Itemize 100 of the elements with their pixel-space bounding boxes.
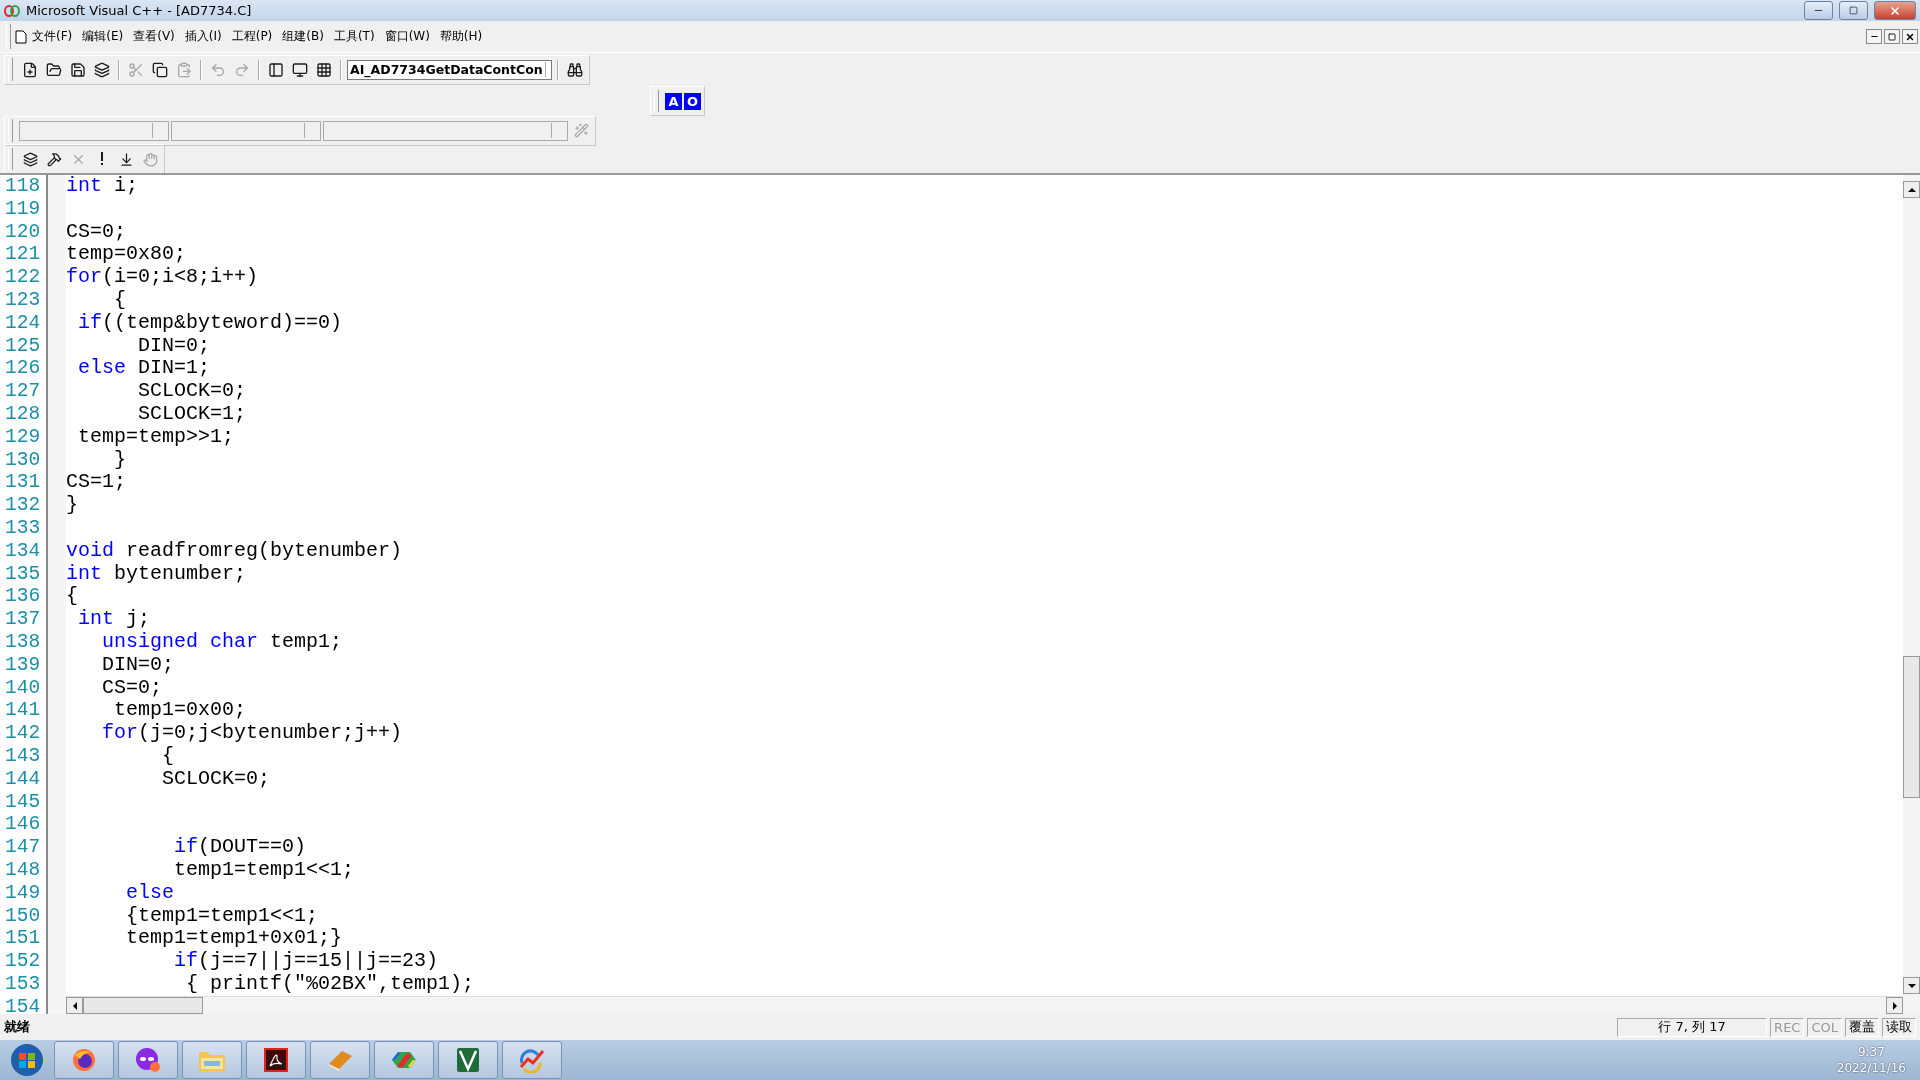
pdf-icon xyxy=(264,1048,288,1072)
menu-item[interactable]: 文件(F) xyxy=(27,26,78,47)
code-line: { xyxy=(113,289,127,312)
code-line: DIN=0; xyxy=(101,653,176,677)
line-number: 146 xyxy=(4,813,42,837)
line-number: 121 xyxy=(4,243,42,267)
minimize-button[interactable] xyxy=(1804,1,1833,20)
code-line: DIN=0; xyxy=(137,334,212,358)
line-number: 118 xyxy=(4,175,42,198)
horizontal-scrollbar[interactable] xyxy=(66,996,1903,1014)
menu-item[interactable]: 窗口(W) xyxy=(379,26,435,47)
code-line: } xyxy=(113,448,127,472)
mu-app-icon xyxy=(456,1047,480,1073)
code-line: for(j=0;j<bytenumber;j++) xyxy=(101,722,404,745)
code-line: { xyxy=(66,585,79,609)
code-line: unsigned char temp1; xyxy=(101,630,344,654)
mask-app-icon xyxy=(135,1047,161,1073)
cursor-position: 行 7, 列 17 xyxy=(1617,1017,1768,1037)
line-number: 133 xyxy=(4,516,42,540)
line-number: 122 xyxy=(4,266,42,289)
close-icon xyxy=(1905,31,1915,42)
line-number: 149 xyxy=(4,881,42,905)
restore-button[interactable] xyxy=(1839,1,1868,20)
line-number: 129 xyxy=(4,425,42,449)
line-number: 151 xyxy=(4,927,42,951)
status-indicator: 覆盖 xyxy=(1845,1017,1879,1037)
line-number: 143 xyxy=(4,744,42,768)
colorful-app-icon xyxy=(389,1049,419,1071)
code-line: int bytenumber; xyxy=(66,562,248,586)
code-line: void readfromreg(bytenumber) xyxy=(66,539,404,563)
line-number: 126 xyxy=(4,357,42,381)
line-number: 142 xyxy=(4,722,42,745)
code-line: CS=0; xyxy=(101,676,163,700)
status-indicator: COL xyxy=(1807,1017,1842,1037)
line-number: 128 xyxy=(4,402,42,426)
code-line: { xyxy=(161,744,176,768)
line-number: 138 xyxy=(4,630,42,654)
code-line: int j; xyxy=(77,608,152,631)
line-number: 119 xyxy=(4,197,42,221)
menu-item[interactable]: 插入(I) xyxy=(179,26,227,47)
line-number: 141 xyxy=(4,699,42,723)
scroll-thumb[interactable] xyxy=(83,997,203,1014)
clock-date: 2022/11/16 xyxy=(1836,1060,1906,1076)
taskbar-app-button[interactable] xyxy=(246,1041,306,1079)
function-combo[interactable]: AI_AD7734GetDataContCon xyxy=(347,59,552,80)
line-number: 132 xyxy=(4,494,42,517)
line-number: 153 xyxy=(4,972,42,996)
close-button[interactable] xyxy=(1902,29,1918,44)
code-line: CS=0; xyxy=(66,220,127,244)
code-line: SCLOCK=0; xyxy=(161,767,272,791)
format-button[interactable]: O xyxy=(684,92,701,110)
menu-item[interactable]: 帮助(H) xyxy=(434,26,488,47)
vertical-scrollbar[interactable] xyxy=(1903,175,1920,1014)
code-line: if(DOUT==0) xyxy=(173,836,308,859)
firefox-icon xyxy=(71,1047,97,1073)
restore-icon xyxy=(1888,32,1896,41)
close-icon xyxy=(1889,4,1901,17)
book-icon xyxy=(326,1048,354,1072)
filter-combo[interactable] xyxy=(171,120,321,141)
document-icon xyxy=(15,29,27,44)
class-combo[interactable] xyxy=(19,120,169,141)
line-number: 125 xyxy=(4,334,42,358)
line-number: 145 xyxy=(4,790,42,814)
member-combo[interactable] xyxy=(323,120,568,141)
code-line: int i; xyxy=(66,175,140,198)
taskbar-app-button[interactable] xyxy=(438,1041,498,1079)
code-line: if(j==7||j==15||j==23) xyxy=(173,950,440,973)
line-number: 135 xyxy=(4,562,42,586)
line-number: 123 xyxy=(4,289,42,312)
format-button[interactable]: A xyxy=(665,92,682,110)
status-message: 就绪 xyxy=(4,1018,31,1036)
menu-item[interactable]: 工具(T) xyxy=(328,26,380,47)
code-line: SCLOCK=1; xyxy=(137,402,248,426)
code-line: for(i=0;i<8;i++) xyxy=(66,266,260,289)
line-number: 137 xyxy=(4,608,42,631)
line-number: 139 xyxy=(4,653,42,677)
code-line: temp=0x80; xyxy=(66,243,188,267)
code-line: temp1=temp1+0x01;} xyxy=(125,927,344,951)
line-number: 144 xyxy=(4,767,42,791)
code-line: CS=1; xyxy=(66,471,127,495)
menu-item[interactable]: 编辑(E) xyxy=(77,26,129,47)
code-line: SCLOCK=0; xyxy=(137,380,248,403)
line-number: 120 xyxy=(4,220,42,244)
restore-icon xyxy=(1849,6,1858,15)
menu-item[interactable]: 组建(B) xyxy=(277,26,329,47)
taskbar-app-button[interactable] xyxy=(54,1041,114,1079)
chart-app-icon xyxy=(518,1047,546,1073)
line-number: 148 xyxy=(4,858,42,882)
clock-time: 9:37 xyxy=(1857,1044,1885,1060)
menu-item[interactable]: 查看(V) xyxy=(128,26,180,47)
app-logo-icon xyxy=(4,4,20,17)
minimize-button[interactable] xyxy=(1866,29,1882,44)
window-title: Microsoft Visual C++ - [AD7734.C] xyxy=(26,3,253,18)
menu-item[interactable]: 工程(P) xyxy=(226,26,278,47)
code-line: else xyxy=(125,881,176,905)
line-number: 130 xyxy=(4,448,42,472)
scroll-thumb[interactable] xyxy=(1903,656,1920,798)
code-line: {temp1=temp1<<1; xyxy=(125,904,320,928)
line-number: 150 xyxy=(4,904,42,928)
line-number: 127 xyxy=(4,380,42,403)
